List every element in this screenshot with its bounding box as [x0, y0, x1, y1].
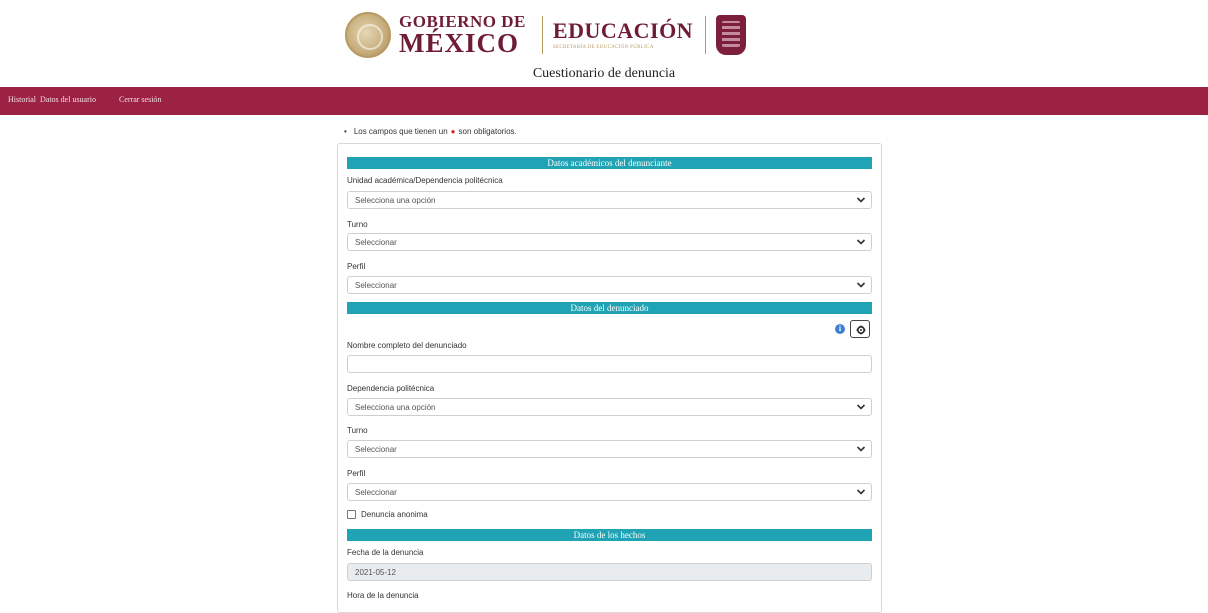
required-asterisk-icon: ● — [450, 127, 456, 136]
info-icon[interactable]: i — [835, 324, 845, 334]
turno-denunciado-label: Turno — [347, 426, 368, 435]
chevron-down-icon — [856, 489, 866, 495]
gobierno-line2: MÉXICO — [399, 28, 519, 58]
unidad-label: Unidad académica/Dependencia politécnica — [347, 176, 503, 185]
turno-denunciado-select[interactable]: Seleccionar — [347, 440, 872, 458]
notice-prefix: Los campos que tienen un — [353, 127, 448, 136]
anonymous-checkbox[interactable] — [347, 510, 356, 519]
turno-select[interactable]: Seleccionar — [347, 233, 872, 251]
chevron-down-icon — [856, 197, 866, 203]
page-header: GOBIERNO DE MÉXICO EDUCACIÓN SECRETARÍA … — [0, 0, 1208, 87]
educacion-subtitle: SECRETARÍA DE EDUCACIÓN PÚBLICA — [552, 45, 654, 50]
unidad-select[interactable]: Selecciona una opción — [347, 191, 872, 209]
required-fields-notice: • Los campos que tienen un ● son obligat… — [344, 127, 517, 136]
page-title: Cuestionario de denuncia — [532, 66, 676, 81]
nav-historial[interactable]: Historial — [8, 95, 36, 104]
turno-label: Turno — [347, 220, 368, 229]
chevron-down-icon — [856, 404, 866, 410]
chevron-down-icon — [856, 239, 866, 245]
gear-icon — [856, 325, 866, 335]
fecha-input-value: 2021-05-12 — [355, 568, 396, 577]
fecha-label: Fecha de la denuncia — [347, 548, 424, 557]
government-seal-logo — [345, 12, 391, 58]
nav-datos-usuario[interactable]: Datos del usuario — [40, 95, 96, 104]
settings-button[interactable] — [850, 320, 870, 338]
perfil-label: Perfil — [347, 262, 366, 271]
section-facts-header: Datos de los hechos — [347, 529, 872, 541]
turno-select-value: Seleccionar — [355, 238, 397, 247]
nav-cerrar-sesion[interactable]: Cerrar sesión — [119, 95, 161, 104]
educacion-logo-text: EDUCACIÓN SECRETARÍA DE EDUCACIÓN PÚBLIC… — [552, 18, 694, 51]
dependencia-select[interactable]: Selecciona una opción — [347, 398, 872, 416]
anonymous-checkbox-row[interactable]: Denuncia anonima — [347, 510, 428, 519]
turno-denunciado-value: Seleccionar — [355, 445, 397, 454]
chevron-down-icon — [856, 282, 866, 288]
perfil-denunciado-select[interactable]: Seleccionar — [347, 483, 872, 501]
dependencia-select-value: Selecciona una opción — [355, 403, 436, 412]
ipn-logo — [716, 15, 747, 55]
logo-divider — [541, 16, 543, 54]
section-accused-header: Datos del denunciado — [347, 302, 872, 314]
dependencia-label: Dependencia politécnica — [347, 384, 435, 393]
notice-suffix: son obligatorios. — [458, 127, 517, 136]
bullet-icon: • — [344, 127, 347, 136]
anonymous-label: Denuncia anonima — [361, 510, 428, 519]
form-card — [337, 143, 882, 613]
unidad-select-value: Selecciona una opción — [355, 196, 436, 205]
logo-divider — [705, 16, 707, 54]
perfil-select[interactable]: Seleccionar — [347, 276, 872, 294]
fecha-input[interactable]: 2021-05-12 — [347, 563, 872, 581]
perfil-denunciado-value: Seleccionar — [355, 488, 397, 497]
gobierno-logo-text: GOBIERNO DE MÉXICO — [399, 13, 526, 57]
perfil-select-value: Seleccionar — [355, 281, 397, 290]
educacion-title: EDUCACIÓN — [552, 18, 694, 43]
perfil-denunciado-label: Perfil — [347, 469, 366, 478]
hora-label: Hora de la denuncia — [347, 591, 419, 600]
chevron-down-icon — [856, 446, 866, 452]
nombre-input[interactable] — [347, 355, 872, 373]
top-navbar: Historial Datos del usuario Cerrar sesió… — [0, 87, 1208, 115]
section-academic-header: Datos académicos del denunciante — [347, 157, 872, 169]
logo-banner: GOBIERNO DE MÉXICO EDUCACIÓN SECRETARÍA … — [345, 10, 747, 60]
nombre-label: Nombre completo del denunciado — [347, 341, 467, 350]
